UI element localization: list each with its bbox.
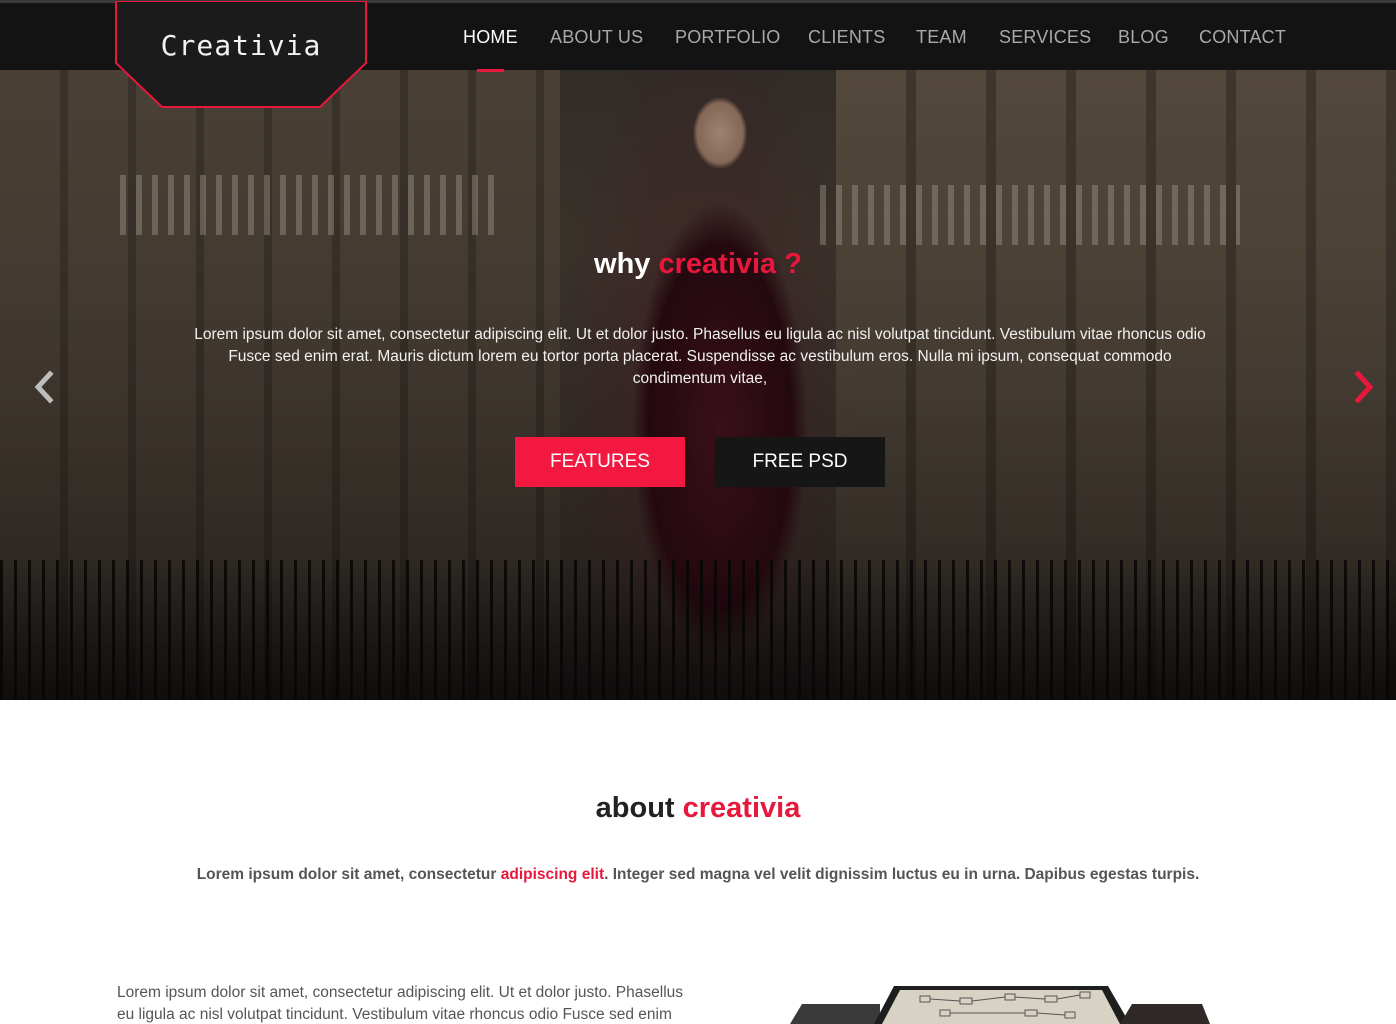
main-nav: HOME ABOUT US PORTFOLIO CLIENTS TEAM SER…: [0, 3, 1396, 73]
nav-blog[interactable]: BLOG: [1118, 27, 1169, 48]
hero-title: why creativia ?: [0, 248, 1396, 281]
chevron-left-icon: [34, 370, 54, 404]
about-title-accent: creativia: [682, 792, 801, 824]
about-lead: Lorem ipsum dolor sit amet, consectetur …: [0, 866, 1396, 884]
hero-description: Lorem ipsum dolor sit amet, consectetur …: [194, 326, 1206, 387]
slider-prev-button[interactable]: [30, 370, 60, 404]
about-title: about creativia: [0, 792, 1396, 825]
nav-services[interactable]: SERVICES: [999, 27, 1091, 48]
hero-title-prefix: why: [594, 248, 651, 280]
about-title-prefix: about: [595, 792, 675, 824]
nav-portfolio[interactable]: PORTFOLIO: [675, 27, 781, 48]
features-button[interactable]: FEATURES: [515, 437, 685, 487]
nav-home[interactable]: HOME: [463, 27, 518, 48]
free-psd-button[interactable]: FREE PSD: [715, 437, 885, 487]
about-lead-text: Lorem ipsum dolor sit amet, consectetur: [196, 866, 501, 883]
about-lead-link[interactable]: adipiscing elit: [501, 866, 604, 883]
chevron-right-icon: [1354, 370, 1374, 404]
slider-next-button[interactable]: [1348, 370, 1378, 404]
hero-title-accent: creativia ?: [658, 248, 802, 280]
navbar: Creativia HOME ABOUT US PORTFOLIO CLIENT…: [0, 0, 1396, 108]
nav-team[interactable]: TEAM: [916, 27, 967, 48]
nav-about-us[interactable]: ABOUT US: [550, 27, 643, 48]
about-hexagon-gallery: [790, 986, 1210, 1024]
nav-active-indicator: [477, 69, 504, 72]
about-body-text: Lorem ipsum dolor sit amet, consectetur …: [117, 984, 684, 1023]
nav-contact[interactable]: CONTACT: [1199, 27, 1286, 48]
about-lead-text-end: . Integer sed magna vel velit dignissim …: [604, 866, 1200, 883]
nav-clients[interactable]: CLIENTS: [808, 27, 885, 48]
